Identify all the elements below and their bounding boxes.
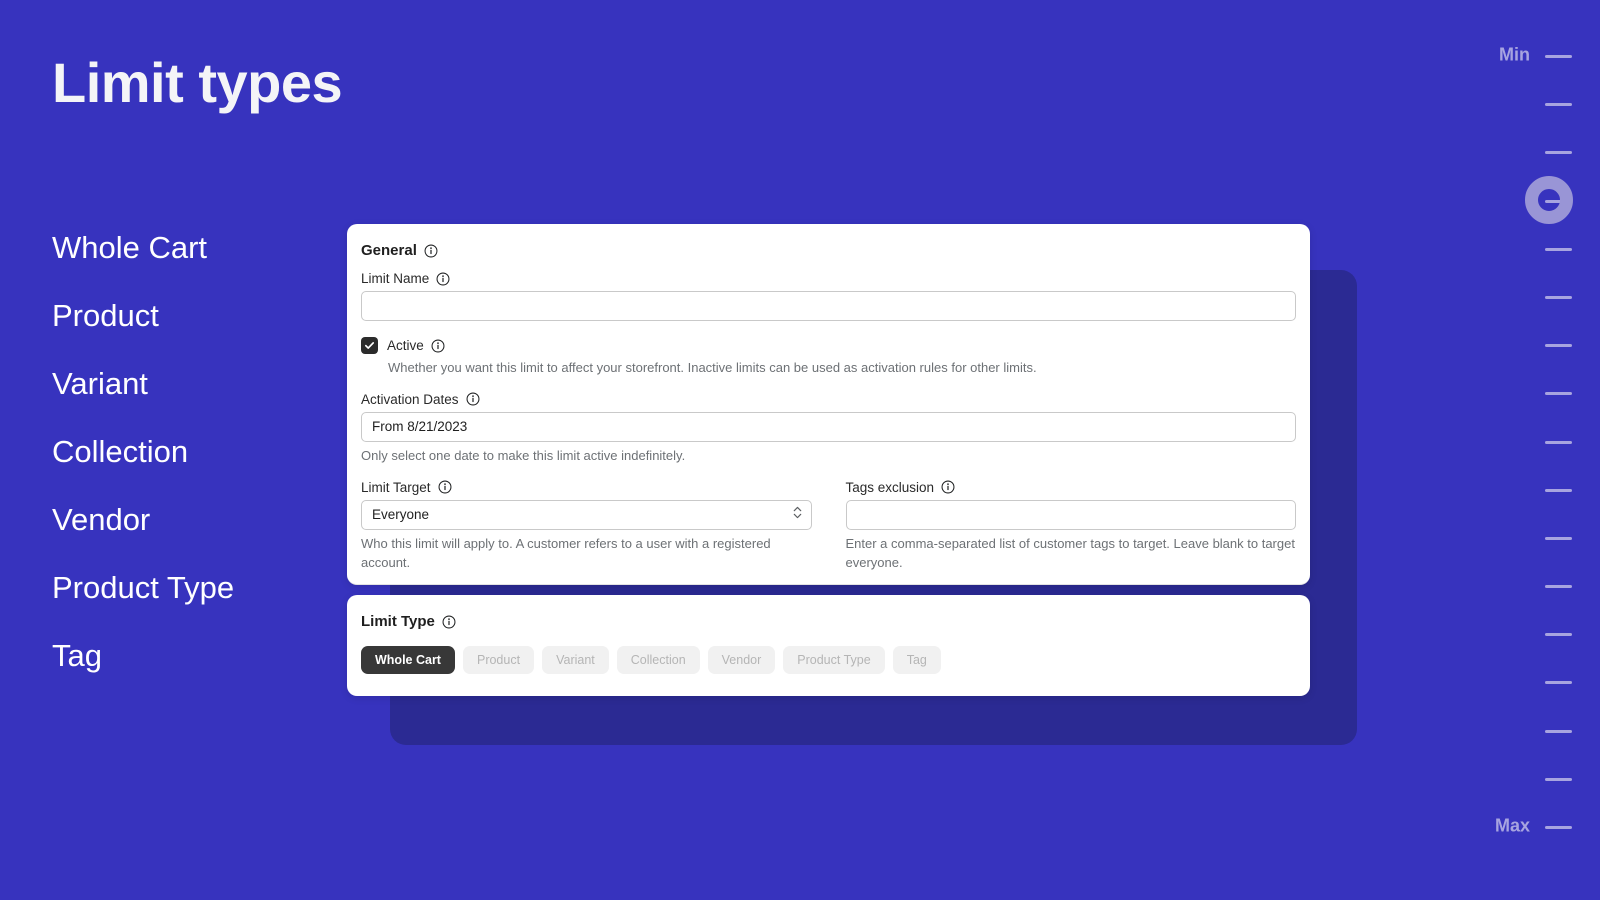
sidebar-item-whole-cart[interactable]: Whole Cart [52, 232, 322, 263]
slider-tick [1545, 729, 1572, 733]
info-icon[interactable] [438, 480, 452, 494]
page-title: Limit types [52, 51, 343, 114]
active-checkbox-label: Active [387, 338, 445, 353]
tags-exclusion-label-text: Tags exclusion [845, 479, 935, 495]
activation-dates-field: Activation Dates Only select one date to… [361, 392, 1296, 466]
info-icon[interactable] [424, 244, 438, 258]
limit-target-help-text: Who this limit will apply to. A customer… [361, 535, 771, 570]
limit-type-section-title: Limit Type [361, 613, 435, 631]
chip-tag[interactable]: Tag [892, 646, 941, 675]
limit-target-label: Limit Target [361, 480, 812, 495]
limit-name-input[interactable] [361, 291, 1296, 321]
activation-dates-label: Activation Dates [361, 392, 1296, 407]
slider-tick [1545, 440, 1572, 444]
general-section-title: General [361, 242, 417, 259]
limit-target-value: Everyone [372, 507, 430, 523]
slider-tick [1545, 247, 1572, 251]
slider-tick [1545, 344, 1572, 348]
vertical-range-slider[interactable]: Min Max [1400, 0, 1600, 900]
active-help-text: Whether you want this limit to affect yo… [388, 360, 1037, 375]
sidebar-item-variant[interactable]: Variant [52, 368, 322, 399]
sidebar-item-vendor[interactable]: Vendor [52, 504, 322, 535]
target-and-tags-row: Limit Target Everyone Who this limit wil… [361, 480, 1296, 573]
activation-dates-input[interactable] [361, 411, 1296, 442]
info-icon[interactable] [431, 339, 445, 353]
tags-exclusion-help-text: Enter a comma-separated list of customer… [845, 535, 1295, 570]
sidebar-item-product[interactable]: Product [52, 300, 322, 331]
active-checkbox-row: Active [361, 337, 1296, 354]
activation-dates-help-text: Only select one date to make this limit … [361, 447, 686, 463]
slider-tick [1545, 585, 1572, 589]
general-section-heading: General [361, 242, 1296, 259]
limit-name-field: Limit Name [361, 271, 1296, 321]
slider-tick [1545, 295, 1572, 299]
limit-target-label-text: Limit Target [361, 479, 431, 495]
limit-type-section-heading: Limit Type [361, 613, 1296, 630]
general-section-card: General Limit Name Active Whether you wa… [347, 224, 1310, 586]
slider-max-label: Max [1494, 815, 1530, 836]
chip-product-type[interactable]: Product Type [783, 646, 885, 675]
sidebar-item-tag[interactable]: Tag [52, 640, 322, 671]
limit-target-select[interactable]: Everyone [361, 499, 812, 530]
slider-tick [1545, 826, 1572, 829]
slider-tick [1545, 488, 1572, 492]
limit-type-chip-group: Whole Cart Product Variant Collection Ve… [361, 646, 1296, 675]
limit-name-label: Limit Name [361, 271, 1296, 286]
slider-tick [1545, 151, 1572, 155]
limit-type-section-card: Limit Type Whole Cart Product Variant Co… [347, 595, 1310, 697]
sidebar-item-product-type[interactable]: Product Type [52, 572, 322, 603]
chip-collection[interactable]: Collection [616, 646, 700, 675]
limit-target-field: Limit Target Everyone Who this limit wil… [361, 480, 829, 573]
chip-variant[interactable]: Variant [542, 646, 609, 675]
chip-product[interactable]: Product [462, 646, 535, 675]
slider-min-label: Min [1499, 44, 1530, 65]
limit-name-label-text: Limit Name [361, 271, 430, 286]
activation-dates-label-text: Activation Dates [361, 391, 459, 407]
info-icon[interactable] [466, 392, 480, 406]
sidebar-item-collection[interactable]: Collection [52, 436, 322, 467]
tags-exclusion-label: Tags exclusion [846, 480, 1297, 495]
slider-handle[interactable] [1525, 175, 1573, 224]
info-icon[interactable] [436, 272, 450, 286]
limit-type-nav-list: Whole Cart Product Variant Collection Ve… [52, 232, 322, 671]
slider-tick [1545, 633, 1572, 637]
info-icon[interactable] [941, 480, 955, 494]
slider-tick [1545, 55, 1572, 58]
chip-whole-cart[interactable]: Whole Cart [361, 646, 455, 675]
tags-exclusion-field: Tags exclusion Enter a comma-separated l… [829, 480, 1297, 573]
slider-tick [1545, 392, 1572, 396]
tags-exclusion-input[interactable] [845, 499, 1296, 530]
slider-tick [1545, 103, 1572, 107]
slider-tick [1545, 777, 1572, 781]
slider-tick [1545, 536, 1572, 540]
chip-vendor[interactable]: Vendor [707, 646, 776, 675]
limit-target-select-wrap: Everyone [361, 499, 812, 530]
slider-tick [1545, 681, 1572, 685]
active-label-text: Active [387, 338, 424, 353]
active-checkbox[interactable] [361, 337, 378, 354]
info-icon[interactable] [442, 615, 456, 629]
limit-form-card-stack: General Limit Name Active Whether you wa… [347, 224, 1310, 697]
